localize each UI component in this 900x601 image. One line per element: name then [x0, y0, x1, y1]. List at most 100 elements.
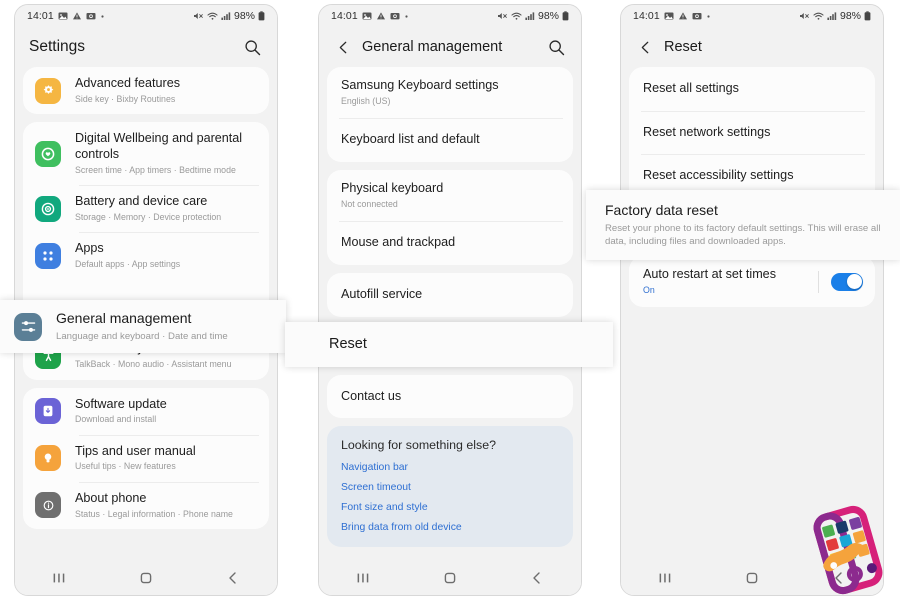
highlight-text: Factory data reset Reset your phone to i… [605, 201, 900, 248]
list-item-text: Keyboard list and default [341, 132, 559, 148]
list-item[interactable]: Apps Default apps · App settings [23, 232, 269, 279]
search-icon[interactable] [545, 36, 567, 58]
list-item-text: Mouse and trackpad [341, 235, 559, 251]
general-management-app-bar: General management [319, 27, 581, 67]
list-item-auto-restart[interactable]: Auto restart at set times On [629, 256, 875, 307]
list-item[interactable]: Reset network settings [629, 110, 875, 155]
list-item[interactable]: Battery and device care Storage · Memory… [23, 185, 269, 232]
search-icon[interactable] [241, 36, 263, 58]
home-icon[interactable] [124, 565, 168, 591]
list-item-subtitle: Status · Legal information · Phone name [75, 508, 233, 519]
battery-care-icon [35, 195, 61, 222]
screenshot-stage: 14:01 98% Settings Advanced features Sid… [0, 0, 900, 600]
status-time: 14:01 [27, 10, 54, 22]
list-item-subtitle: English (US) [341, 95, 391, 106]
warning-triangle-icon [72, 11, 82, 21]
status-bar-right: 98% [193, 10, 265, 22]
home-icon[interactable] [428, 565, 472, 591]
list-item-subtitle: Screen time · App timers · Bedtime mode [75, 164, 236, 175]
reset-app-bar: Reset [621, 27, 883, 67]
highlight-factory-data-reset[interactable]: Factory data reset Reset your phone to i… [586, 190, 900, 260]
list-item-title: Advanced features [75, 76, 181, 90]
looking-for-link[interactable]: Screen timeout [341, 482, 559, 493]
settings-app-bar: Settings [15, 27, 277, 67]
list-item[interactable]: Keyboard list and default [327, 118, 573, 162]
image-icon [362, 11, 372, 21]
settings-group: Software update Download and install Tip… [23, 387, 269, 529]
navigation-bar [15, 561, 277, 595]
list-item-text: Reset all settings [643, 81, 861, 97]
list-item-subtitle: On [643, 284, 655, 295]
settings-group: Samsung Keyboard settings English (US) K… [327, 67, 573, 162]
status-time: 14:01 [331, 10, 358, 22]
status-bar-right: 98% [497, 10, 569, 22]
list-item-title: Digital Wellbeing and parental controls [75, 131, 243, 161]
list-item[interactable]: Physical keyboard Not connected [327, 170, 573, 221]
back-icon[interactable] [515, 565, 559, 591]
recents-icon[interactable] [341, 565, 385, 591]
list-item-text: Reset network settings [643, 125, 861, 141]
page-title: Reset [664, 39, 702, 55]
toggle-knob [846, 274, 862, 290]
list-item-subtitle: Default apps · App settings [75, 258, 181, 269]
battery-icon [562, 11, 569, 21]
chevron-left-icon[interactable] [333, 37, 353, 57]
auto-restart-toggle[interactable] [831, 272, 863, 291]
mute-icon [799, 11, 810, 21]
signal-bars-icon [827, 11, 837, 21]
list-item[interactable]: Samsung Keyboard settings English (US) [327, 67, 573, 118]
looking-for-link[interactable]: Font size and style [341, 502, 559, 513]
list-item[interactable]: Autofill service [327, 273, 573, 317]
home-icon[interactable] [730, 565, 774, 591]
tips-icon [35, 445, 61, 472]
general-management-icon [14, 312, 42, 341]
list-item-text: Advanced features Side key · Bixby Routi… [75, 76, 257, 105]
recents-icon[interactable] [37, 565, 81, 591]
looking-for-card: Looking for something else? Navigation b… [327, 426, 573, 548]
dot-icon [706, 14, 711, 19]
list-item[interactable]: Digital Wellbeing and parental controls … [23, 122, 269, 185]
list-item[interactable]: Mouse and trackpad [327, 221, 573, 265]
list-item-subtitle: Useful tips · New features [75, 461, 176, 472]
list-item-title: About phone [75, 490, 147, 505]
list-item-title: Reset accessibility settings [643, 168, 794, 183]
list-item[interactable]: Reset all settings [629, 67, 875, 111]
battery-icon [258, 11, 265, 21]
list-item[interactable]: Advanced features Side key · Bixby Routi… [23, 67, 269, 114]
status-bar: 14:01 98% [621, 5, 883, 27]
list-item-title: Software update [75, 396, 167, 411]
navigation-bar [319, 561, 581, 595]
status-time: 14:01 [633, 10, 660, 22]
highlight-text: General management Language and keyboard… [56, 309, 272, 343]
list-item-text: Battery and device care Storage · Memory… [75, 194, 257, 223]
list-item[interactable]: About phone Status · Legal information ·… [23, 481, 269, 529]
chevron-left-icon[interactable] [635, 37, 655, 57]
highlight-title: Reset [329, 336, 367, 353]
list-item[interactable]: Software update Download and install [23, 388, 269, 435]
list-item-subtitle: TalkBack · Mono audio · Assistant menu [75, 359, 232, 370]
phone-panel-general-management: 14:01 98% General management Samsung Key… [318, 4, 582, 596]
battery-percent: 98% [839, 10, 861, 22]
mute-icon [497, 11, 508, 21]
camera-icon [692, 11, 702, 21]
recents-icon[interactable] [643, 565, 687, 591]
status-bar: 14:01 98% [319, 5, 581, 27]
list-item-title: Autofill service [341, 286, 423, 301]
list-item-text: Reset accessibility settings [643, 168, 861, 184]
list-item-title: Contact us [341, 388, 402, 403]
signal-bars-icon [525, 11, 535, 21]
looking-for-link[interactable]: Bring data from old device [341, 522, 559, 533]
highlight-general-management[interactable]: General management Language and keyboard… [0, 300, 286, 353]
list-item-subtitle: Download and install [75, 414, 157, 425]
list-item[interactable]: Tips and user manual Useful tips · New f… [23, 434, 269, 482]
list-item-text: Digital Wellbeing and parental controls … [75, 131, 257, 176]
list-item[interactable]: Contact us [327, 375, 573, 419]
signal-bars-icon [221, 11, 231, 21]
looking-for-link[interactable]: Navigation bar [341, 462, 559, 473]
page-title: General management [362, 39, 503, 55]
list-item-title: Physical keyboard [341, 180, 444, 195]
back-icon[interactable] [211, 565, 255, 591]
looking-for-title: Looking for something else? [341, 438, 496, 453]
highlight-reset[interactable]: Reset [285, 322, 613, 367]
list-item-subtitle: Side key · Bixby Routines [75, 93, 176, 104]
